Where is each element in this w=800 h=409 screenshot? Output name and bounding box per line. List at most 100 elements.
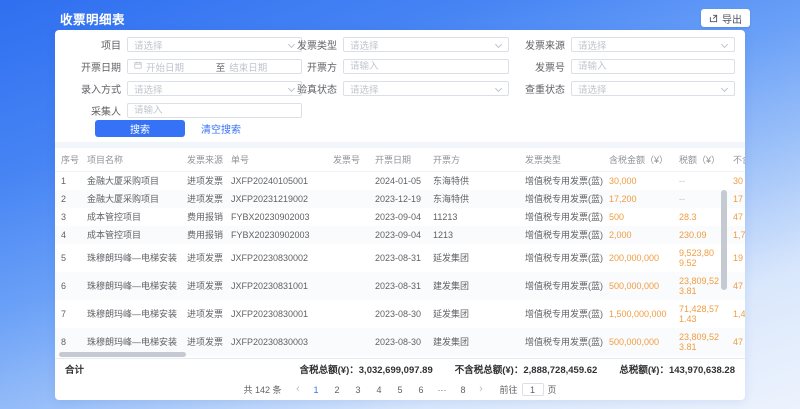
table-cell: 增值税专用发票(蓝) — [519, 226, 603, 244]
table-cell: 30,000 — [603, 172, 673, 191]
horizontal-scrollbar-thumb[interactable] — [59, 352, 186, 357]
goto-page: 前往 页 — [500, 383, 557, 396]
prev-page-button[interactable]: ‹ — [293, 385, 304, 394]
total-without-tax: 不含税总额(¥)：2,888,728,459.62 — [455, 362, 598, 376]
table-cell: 500 — [603, 208, 673, 226]
column-header: 发票号 — [327, 148, 369, 172]
goto-page-input[interactable] — [522, 383, 544, 396]
filter-column-2: 发票类型 请选择 开票方 验真状态 请选择 — [277, 30, 509, 96]
page-number[interactable]: 8 — [458, 385, 469, 395]
table-cell: 增值税专用发票(蓝) — [519, 328, 603, 356]
clear-search-link[interactable]: 清空搜索 — [201, 121, 241, 136]
page-number[interactable]: 5 — [395, 385, 406, 395]
page-number[interactable]: 2 — [332, 385, 343, 395]
export-icon — [709, 14, 718, 23]
table-cell: 2023-08-31 — [369, 272, 427, 300]
table-cell: JXFP20230830002 — [225, 244, 327, 272]
invoice-type-select[interactable]: 请选择 — [343, 37, 509, 52]
invoice-date-range-picker[interactable]: 开始日期 至 结束日期 — [127, 59, 302, 74]
collector-label: 采集人 — [69, 103, 121, 118]
column-header: 单号 — [225, 148, 327, 172]
table-cell: 47 — [727, 272, 745, 300]
next-page-button[interactable]: › — [476, 385, 487, 394]
table-cell: 费用报销 — [181, 208, 225, 226]
verify-status-select[interactable]: 请选择 — [343, 81, 509, 96]
page-list: 123456 ··· 8 — [311, 385, 469, 395]
invoice-type-placeholder: 请选择 — [350, 38, 379, 52]
entry-method-select[interactable]: 请选择 — [127, 81, 302, 96]
table-cell: FYBX20230902003 — [225, 226, 327, 244]
table-cell — [327, 190, 369, 208]
entry-method-label: 录入方式 — [69, 81, 121, 96]
dup-check-status-select[interactable]: 请选择 — [571, 81, 735, 96]
column-header: 开票日期 — [369, 148, 427, 172]
calendar-icon — [134, 61, 142, 72]
issuer-field-wrap — [343, 59, 509, 74]
invoice-no-field-wrap — [571, 59, 735, 74]
invoice-source-label: 发票来源 — [505, 37, 565, 52]
page-ellipsis[interactable]: ··· — [437, 385, 448, 395]
table-cell: 47 — [727, 208, 745, 226]
table-cell: 成本管控项目 — [81, 226, 181, 244]
table-cell: 6 — [55, 272, 81, 300]
table-cell: 47 — [727, 328, 745, 356]
table-row: 1金融大厦采购项目进项发票JXFP202401050012024-01-05东海… — [55, 172, 745, 191]
collector-input[interactable] — [134, 105, 295, 116]
table-cell: 2023-09-04 — [369, 208, 427, 226]
issuer-label: 开票方 — [277, 59, 337, 74]
project-select[interactable]: 请选择 — [127, 37, 302, 52]
column-header: 税额（¥） — [673, 148, 727, 172]
page-number[interactable]: 1 — [311, 385, 322, 395]
table-cell: FYBX20230902003 — [225, 208, 327, 226]
goto-label: 前往 — [500, 383, 518, 396]
table-cell — [327, 300, 369, 328]
export-button[interactable]: 导出 — [701, 9, 750, 27]
table-cell: 19 — [727, 244, 745, 272]
page-number[interactable]: 6 — [416, 385, 427, 395]
invoice-no-label: 发票号 — [505, 59, 565, 74]
table-cell: 进项发票 — [181, 190, 225, 208]
table-cell: 珠穆朗玛峰—电梯安装 — [81, 272, 181, 300]
table-cell: 进项发票 — [181, 272, 225, 300]
table-cell: 17,200 — [603, 190, 673, 208]
issuer-input[interactable] — [350, 61, 502, 72]
table-cell: 珠穆朗玛峰—电梯安装 — [81, 244, 181, 272]
table-cell: 500,000,000 — [603, 328, 673, 356]
start-date-placeholder: 开始日期 — [146, 60, 212, 74]
table-cell: 1213 — [427, 226, 519, 244]
table-cell: 金融大厦采购项目 — [81, 190, 181, 208]
dup-check-status-label: 查重状态 — [505, 81, 565, 96]
column-header: 发票类型 — [519, 148, 603, 172]
chevron-down-icon — [495, 85, 502, 92]
table-cell: 进项发票 — [181, 300, 225, 328]
page-number[interactable]: 3 — [353, 385, 364, 395]
table-cell — [327, 172, 369, 191]
total-with-tax: 含税总额(¥)：3,032,699,097.89 — [300, 362, 433, 376]
invoice-no-input[interactable] — [578, 61, 728, 72]
table-cell: 2023-09-04 — [369, 226, 427, 244]
table-cell: 11213 — [427, 208, 519, 226]
column-header: 含税金额（¥） — [603, 148, 673, 172]
invoice-source-select[interactable]: 请选择 — [571, 37, 735, 52]
table-cell: 建发集团 — [427, 272, 519, 300]
vertical-scrollbar-thumb[interactable] — [721, 190, 727, 290]
total-tax: 总税额(¥)：143,970,638.28 — [619, 362, 735, 376]
table-cell: 延发集团 — [427, 244, 519, 272]
table-cell: 增值税专用发票(蓝) — [519, 190, 603, 208]
table-cell: 71,428,571.43 — [673, 300, 727, 328]
table-row: 3成本管控项目费用报销FYBX202309020032023-09-041121… — [55, 208, 745, 226]
search-button[interactable]: 搜索 — [95, 120, 185, 137]
table-cell: 1,7 — [727, 226, 745, 244]
column-header: 开票方 — [427, 148, 519, 172]
table-cell: 7 — [55, 300, 81, 328]
dup-check-status-placeholder: 请选择 — [578, 82, 607, 96]
column-header: 序号 — [55, 148, 81, 172]
page-number[interactable]: 4 — [374, 385, 385, 395]
table-row: 5珠穆朗玛峰—电梯安装进项发票JXFP202308300022023-08-31… — [55, 244, 745, 272]
table-cell: 建发集团 — [427, 328, 519, 356]
table-cell: 东海特供 — [427, 172, 519, 191]
collector-field-wrap — [127, 103, 302, 118]
table-row: 6珠穆朗玛峰—电梯安装进项发票JXFP202308310012023-08-31… — [55, 272, 745, 300]
verify-status-label: 验真状态 — [277, 81, 337, 96]
table-cell: 500,000,000 — [603, 272, 673, 300]
